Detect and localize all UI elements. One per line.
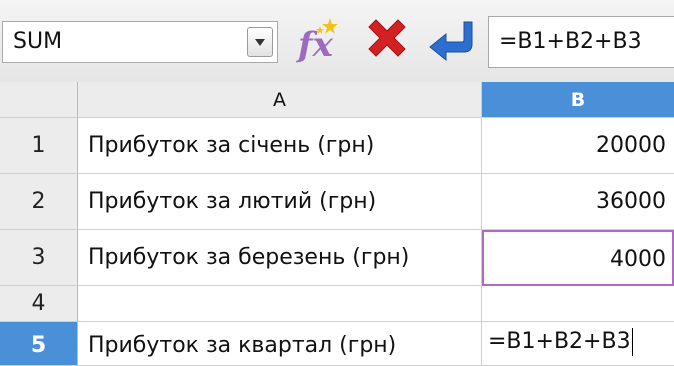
select-all-corner[interactable] <box>0 82 78 118</box>
cell-a3[interactable]: Прибуток за березень (грн) <box>78 230 482 286</box>
cell-a1[interactable]: Прибуток за січень (грн) <box>78 118 482 174</box>
text-caret <box>631 328 633 356</box>
cell-a2[interactable]: Прибуток за лютий (грн) <box>78 174 482 230</box>
sheet-grid: A B 1 Прибуток за січень (грн) 20000 2 П… <box>0 82 674 366</box>
name-box-dropdown-button[interactable] <box>247 27 273 57</box>
table-row: 2 Прибуток за лютий (грн) 36000 <box>0 174 674 230</box>
row-header-2[interactable]: 2 <box>0 174 78 230</box>
column-header-a[interactable]: A <box>78 82 482 118</box>
cell-b2[interactable]: 36000 <box>482 174 674 230</box>
row-header-1[interactable]: 1 <box>0 118 78 174</box>
formula-toolbar: SUM fx =B1+B2+B3 <box>0 0 674 83</box>
table-row: 4 <box>0 286 674 322</box>
table-row: 1 Прибуток за січень (грн) 20000 <box>0 118 674 174</box>
cancel-x-icon[interactable] <box>360 14 414 68</box>
accept-arrow-icon[interactable] <box>424 14 478 68</box>
cell-a5[interactable]: Прибуток за квартал (грн) <box>78 322 482 366</box>
column-header-b[interactable]: B <box>482 82 674 118</box>
row-header-5[interactable]: 5 <box>0 322 78 366</box>
cell-b3[interactable]: 4000 <box>482 230 674 286</box>
row-header-4[interactable]: 4 <box>0 286 78 322</box>
cell-b1[interactable]: 20000 <box>482 118 674 174</box>
cell-b5-formula: =B1+B2+B3 <box>488 329 631 354</box>
fx-icon[interactable]: fx <box>292 14 346 68</box>
cell-b4[interactable] <box>482 286 674 322</box>
spreadsheet-window: SUM fx =B1+B2+B3 A B 1 Прибуток за січен… <box>0 0 674 366</box>
table-row: 5 Прибуток за квартал (грн) =B1+B2+B3 <box>0 322 674 366</box>
cell-b5-editing[interactable]: =B1+B2+B3 <box>482 322 674 366</box>
name-box-value: SUM <box>13 29 63 54</box>
table-row: 3 Прибуток за березень (грн) 4000 <box>0 230 674 286</box>
name-box[interactable]: SUM <box>2 21 278 63</box>
formula-input-text: =B1+B2+B3 <box>499 29 642 54</box>
formula-input[interactable]: =B1+B2+B3 <box>488 16 674 68</box>
row-header-3[interactable]: 3 <box>0 230 78 286</box>
cell-a4[interactable] <box>78 286 482 322</box>
column-header-row: A B <box>0 82 674 118</box>
